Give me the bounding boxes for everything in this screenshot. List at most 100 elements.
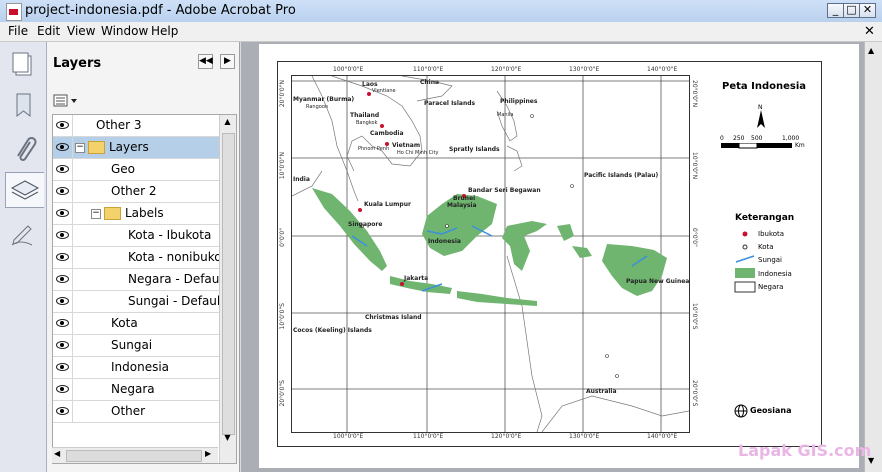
doc-scroll-up-icon[interactable]: ▲ — [868, 46, 874, 55]
scroll-up-icon[interactable]: ▲ — [222, 117, 233, 129]
visibility-toggle[interactable] — [53, 313, 73, 334]
lat-tick-20n-right: 20°0'0"N — [691, 80, 698, 108]
scale-250: 250 — [733, 135, 745, 142]
label-china: China — [420, 79, 440, 86]
lon-tick-100: 100°0'0"E — [333, 66, 364, 73]
lon-tick-110-bottom: 110°0'0"E — [413, 433, 444, 440]
visibility-toggle[interactable] — [53, 115, 73, 136]
layer-label: Other 2 — [111, 184, 157, 198]
label-ho-chi-minh: Ho Chi Minh City — [397, 150, 439, 156]
layers-tree: Other 3 − Layers Geo Other 2 − Labels Kota - Ib… — [52, 114, 237, 464]
layer-row[interactable]: Geo — [53, 159, 219, 181]
layer-row[interactable]: Other 2 — [53, 181, 219, 203]
eye-icon — [56, 319, 69, 327]
visibility-toggle[interactable] — [53, 401, 73, 422]
horizontal-scroll-thumb[interactable] — [66, 450, 202, 462]
lat-tick-20n: 20°0'0"N — [279, 80, 286, 108]
scroll-down-icon[interactable]: ▼ — [222, 433, 233, 445]
layer-row[interactable]: Negara - Default — [53, 269, 227, 291]
lon-tick-140: 140°0'0"E — [647, 66, 678, 73]
tree-horizontal-scrollbar[interactable]: ◀ ▶ — [52, 447, 218, 463]
eye-icon — [56, 363, 69, 371]
layer-row[interactable]: − Layers — [53, 137, 219, 159]
tree-vertical-scrollbar[interactable]: ▲ ▼ — [219, 115, 236, 463]
layer-label: Indonesia — [111, 360, 170, 374]
visibility-toggle[interactable] — [53, 225, 73, 246]
eye-icon — [56, 341, 69, 349]
attachments-icon[interactable] — [4, 130, 42, 164]
visibility-toggle[interactable] — [53, 335, 73, 356]
document-scrollbar[interactable]: ▲ ▼ — [864, 42, 882, 472]
panel-menu-button[interactable]: ▶ — [220, 54, 235, 69]
label-jakarta: Jakarta — [404, 275, 429, 282]
menu-edit[interactable]: Edit — [37, 24, 60, 38]
visibility-toggle[interactable] — [53, 181, 73, 202]
label-australia: Australia — [586, 388, 617, 395]
maximize-button[interactable]: □ — [843, 3, 860, 18]
layer-row[interactable]: Kota — [53, 313, 219, 335]
menu-help[interactable]: Help — [151, 24, 178, 38]
layer-row[interactable]: Sungai — [53, 335, 219, 357]
layer-row[interactable]: − Labels — [53, 203, 219, 225]
lon-tick-110: 110°0'0"E — [413, 66, 444, 73]
collapse-panel-button[interactable]: ◀◀ — [198, 54, 213, 69]
lat-tick-10n-right: 10°0'0"N — [691, 152, 698, 180]
layer-row[interactable]: Other — [53, 401, 219, 423]
lat-tick-20s: 20°0'0"S — [279, 380, 286, 407]
pages-icon[interactable] — [4, 48, 42, 82]
visibility-toggle[interactable] — [53, 269, 73, 290]
layer-label: Other 3 — [96, 118, 142, 132]
label-singapore: Singapore — [348, 221, 383, 228]
visibility-toggle[interactable] — [53, 379, 73, 400]
scale-500: 500 — [751, 135, 763, 142]
collapse-icon[interactable]: − — [91, 209, 101, 219]
legend-negara: Negara — [758, 283, 784, 291]
visibility-toggle[interactable] — [53, 137, 73, 158]
scale-bar — [721, 143, 792, 149]
layer-label: Other — [111, 404, 146, 418]
layer-row[interactable]: Negara — [53, 379, 219, 401]
layer-label: Sungai - Default — [128, 294, 225, 308]
label-spratly: Spratly Islands — [449, 146, 500, 153]
layer-label: Kota - Ibukota — [128, 228, 212, 242]
menu-file[interactable]: File — [8, 24, 28, 38]
label-kuala-lumpur: Kuala Lumpur — [364, 201, 411, 208]
scroll-right-icon[interactable]: ▶ — [205, 449, 211, 458]
layer-row[interactable]: Kota - Ibukota — [53, 225, 219, 247]
folder-icon — [104, 207, 121, 220]
visibility-toggle[interactable] — [53, 203, 73, 224]
label-vientiane: Vientiane — [372, 88, 396, 94]
visibility-toggle[interactable] — [53, 247, 73, 268]
lon-tick-130: 130°0'0"E — [569, 66, 600, 73]
layer-row[interactable]: Indonesia — [53, 357, 219, 379]
layer-row[interactable]: Sungai - Default — [53, 291, 225, 313]
publisher-name: Geosiana — [750, 406, 792, 415]
close-document-button[interactable]: ✕ — [864, 24, 875, 39]
visibility-toggle[interactable] — [53, 159, 73, 180]
visibility-toggle[interactable] — [53, 291, 73, 312]
minimize-button[interactable]: _ — [827, 3, 844, 18]
layers-icon[interactable] — [5, 172, 44, 208]
scroll-thumb[interactable] — [222, 133, 235, 435]
label-cocos: Cocos (Keeling) Islands — [293, 327, 372, 334]
bookmarks-icon[interactable] — [4, 88, 42, 122]
layer-label: Kota — [111, 316, 138, 330]
lat-tick-10s-right: 10°0'0"S — [691, 303, 698, 330]
lat-tick-20s-right: 20°0'0"S — [691, 380, 698, 407]
legend-sungai: Sungai — [758, 256, 782, 264]
scroll-left-icon[interactable]: ◀ — [54, 449, 60, 458]
layer-row[interactable]: Kota - nonibukota — [53, 247, 234, 269]
layers-panel: Layers ◀◀ ▶ Other 3 − Layers Geo Other 2 − Lab… — [47, 42, 240, 472]
layer-row[interactable]: Other 3 — [53, 115, 219, 137]
options-menu-button[interactable] — [53, 94, 79, 108]
menu-view[interactable]: View — [67, 24, 95, 38]
visibility-toggle[interactable] — [53, 357, 73, 378]
layer-label: Sungai — [111, 338, 153, 352]
label-thailand: Thailand — [350, 112, 380, 119]
label-india: India — [293, 176, 310, 183]
menu-window[interactable]: Window — [101, 24, 148, 38]
collapse-icon[interactable]: − — [75, 143, 85, 153]
close-window-button[interactable]: ✕ — [859, 3, 876, 18]
signatures-icon[interactable] — [4, 216, 42, 250]
lat-tick-10s: 10°0'0"S — [279, 303, 286, 330]
